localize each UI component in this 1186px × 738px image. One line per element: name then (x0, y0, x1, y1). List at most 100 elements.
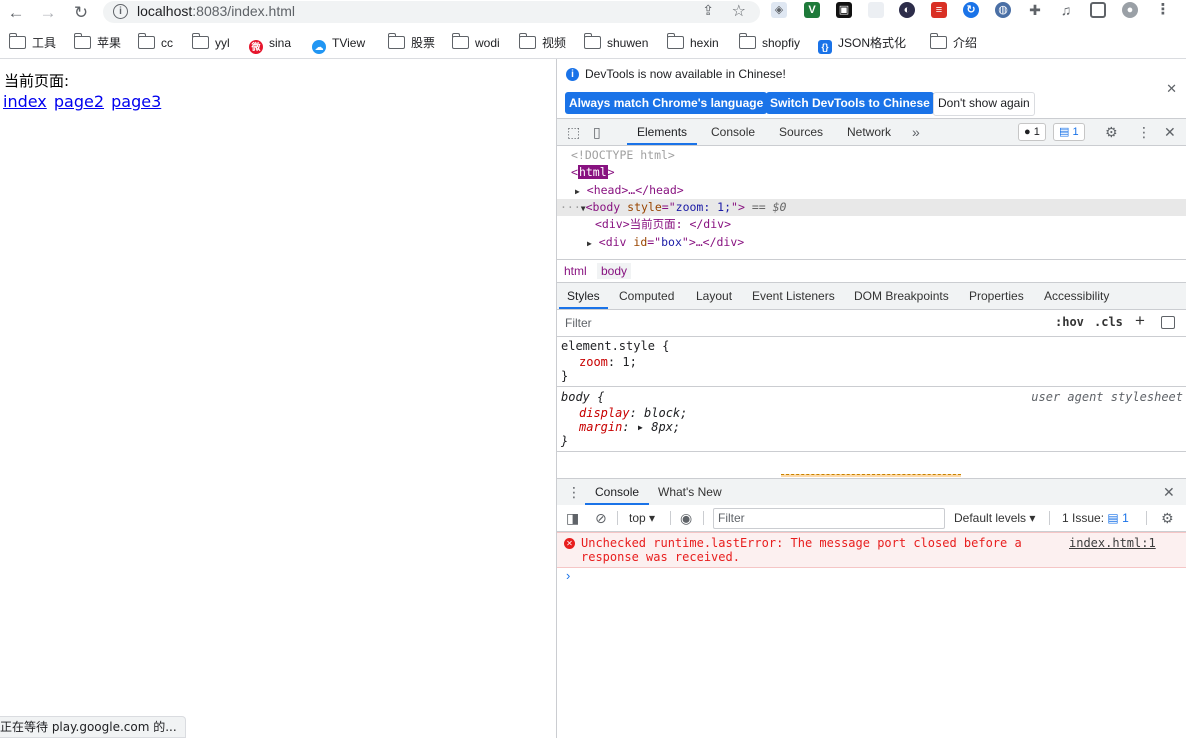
tab-elements[interactable]: Elements (627, 119, 698, 145)
url-host: localhost (137, 3, 193, 19)
site-info-icon[interactable]: i (113, 4, 128, 19)
extensions-puzzle-icon[interactable]: ✚ (1027, 2, 1043, 18)
device-toolbar-icon[interactable]: ▯ (593, 124, 601, 140)
bookmark-item[interactable]: 介绍 (929, 33, 977, 53)
new-rule-plus-icon[interactable]: + (1135, 311, 1145, 331)
rule-element-style: element.style { zoom: 1; } (557, 338, 1186, 387)
infobar-close-icon[interactable]: ✕ (1166, 81, 1177, 97)
drawer-tab-console[interactable]: Console (585, 479, 650, 505)
bookmark-item[interactable]: wodi (451, 33, 500, 53)
bookmark-item[interactable]: cc (137, 33, 173, 53)
dom-node-html[interactable]: <html> (571, 164, 615, 181)
live-expression-eye-icon[interactable]: ◉ (680, 510, 692, 526)
tab-event-listeners[interactable]: Event Listeners (752, 283, 835, 309)
devtools-menu-icon[interactable]: ⋮ (1137, 124, 1151, 140)
profile-avatar-icon[interactable]: ● (1122, 2, 1138, 18)
bookmark-item[interactable]: 股票 (387, 33, 435, 53)
link-page3[interactable]: page3 (111, 92, 161, 111)
console-sidebar-icon[interactable]: ◨ (566, 510, 579, 526)
extension-icon[interactable]: ◈ (771, 2, 787, 18)
back-arrow-icon[interactable]: ← (4, 2, 28, 24)
inspect-element-icon[interactable]: ⬚ (567, 124, 580, 140)
chrome-menu-icon[interactable]: ⋮ (1155, 2, 1171, 18)
dom-node-div[interactable]: <div>当前页面: </div> (595, 216, 731, 233)
breadcrumb-html[interactable]: html (560, 263, 591, 279)
bookmark-item[interactable]: 微 sina (249, 33, 291, 54)
styles-tabbar: Styles Computed Layout Event Listeners D… (557, 283, 1186, 310)
extension-circle-icon[interactable]: ◐ (899, 2, 915, 18)
bookmarks-bar: 工具 苹果 cc yyl 微 sina ☁ TView 股票 wodi 视频 shu… (0, 28, 1186, 59)
tab-computed[interactable]: Computed (619, 283, 674, 309)
console-settings-icon[interactable]: ⚙ (1161, 510, 1174, 526)
tab-styles[interactable]: Styles (559, 283, 608, 309)
extension-v-icon[interactable]: V (804, 2, 820, 18)
toggle-sidebar-icon[interactable] (1161, 316, 1175, 329)
bookmark-item[interactable]: hexin (666, 33, 719, 53)
tab-properties[interactable]: Properties (969, 283, 1024, 309)
tab-dom-breakpoints[interactable]: DOM Breakpoints (854, 283, 949, 309)
bookmark-item[interactable]: ☁ TView (312, 33, 365, 54)
link-index[interactable]: index (3, 92, 47, 111)
issues-button[interactable]: 1 Issue: ▤ 1 (1062, 505, 1129, 531)
tab-sources[interactable]: Sources (779, 119, 823, 145)
bookmark-item[interactable]: {} JSON格式化 (818, 33, 906, 54)
context-selector[interactable]: top ▾ (629, 505, 655, 531)
bookmark-item[interactable]: yyl (191, 33, 230, 53)
url-text[interactable]: localhost:8083/index.html (137, 3, 295, 19)
folder-icon (191, 33, 209, 49)
address-bar[interactable]: i localhost:8083/index.html ⇪ ☆ (103, 1, 760, 23)
clear-console-icon[interactable]: ⊘ (595, 510, 607, 526)
extension-globe-icon[interactable]: ◍ (995, 2, 1011, 18)
bookmark-star-icon[interactable]: ☆ (732, 1, 746, 21)
breadcrumb-body[interactable]: body (597, 263, 632, 279)
rule-declaration[interactable]: zoom: 1; (579, 354, 637, 370)
forward-arrow-icon[interactable]: → (36, 2, 60, 24)
link-page2[interactable]: page2 (54, 92, 104, 111)
user-agent-source: user agent stylesheet (1031, 390, 1183, 404)
close-devtools-icon[interactable]: ✕ (1164, 124, 1176, 140)
error-text: Unchecked runtime.lastError: The message… (581, 536, 1022, 564)
side-panel-icon[interactable] (1090, 2, 1106, 18)
box-model-preview (781, 474, 961, 477)
bookmark-item[interactable]: 工具 (8, 33, 56, 53)
message-count-badge[interactable]: ▤ 1 (1053, 123, 1085, 141)
bookmark-item[interactable]: 视频 (518, 33, 566, 53)
dom-node-div-box[interactable]: ▶ <div id="box">…</div> (587, 234, 744, 252)
expand-triangle-icon[interactable]: ▶ (587, 239, 592, 248)
match-language-button[interactable]: Always match Chrome's language (565, 92, 768, 114)
console-filter-input[interactable]: Filter (713, 508, 945, 529)
more-tabs-icon[interactable]: » (912, 124, 920, 140)
tab-console[interactable]: Console (711, 119, 755, 145)
bookmark-item[interactable]: 苹果 (73, 33, 121, 53)
drawer-menu-icon[interactable]: ⋮ (567, 484, 581, 500)
expand-triangle-icon[interactable]: ▶ (575, 187, 580, 196)
tab-layout[interactable]: Layout (696, 283, 732, 309)
dom-node-body[interactable]: ···▼<body style="zoom: 1;"> == $0 (560, 199, 786, 217)
extension-square-icon[interactable]: ▣ (836, 2, 852, 18)
drawer-tab-whats-new[interactable]: What's New (658, 479, 722, 505)
error-source-link[interactable]: index.html:1 (1069, 536, 1156, 550)
extension-compass-icon[interactable]: ↻ (963, 2, 979, 18)
share-icon[interactable]: ⇪ (702, 2, 714, 19)
console-prompt[interactable]: › (566, 568, 570, 583)
switch-chinese-button[interactable]: Switch DevTools to Chinese (766, 92, 934, 114)
cls-toggle[interactable]: .cls (1094, 315, 1123, 329)
hov-toggle[interactable]: :hov (1055, 315, 1084, 329)
extension-blank-icon[interactable] (868, 2, 884, 18)
tab-network[interactable]: Network (847, 119, 891, 145)
dom-node-head[interactable]: ▶ <head>…</head> (575, 182, 684, 200)
folder-icon (451, 33, 469, 49)
styles-filter-input[interactable] (560, 313, 1045, 333)
tab-accessibility[interactable]: Accessibility (1044, 283, 1109, 309)
reload-icon[interactable]: ↻ (69, 2, 93, 24)
settings-gear-icon[interactable]: ⚙ (1105, 124, 1118, 140)
error-count-badge[interactable]: ● 1 (1018, 123, 1046, 141)
error-dot-icon: ● (1024, 126, 1031, 138)
bookmark-item[interactable]: shopfiy (738, 33, 800, 53)
close-drawer-icon[interactable]: ✕ (1163, 484, 1175, 500)
media-controls-icon[interactable]: ♫ (1058, 2, 1074, 18)
dont-show-again-button[interactable]: Don't show again (933, 92, 1035, 116)
extension-stripes-icon[interactable]: ≡ (931, 2, 947, 18)
bookmark-item[interactable]: shuwen (583, 33, 648, 53)
log-levels-dropdown[interactable]: Default levels ▾ (954, 505, 1035, 531)
